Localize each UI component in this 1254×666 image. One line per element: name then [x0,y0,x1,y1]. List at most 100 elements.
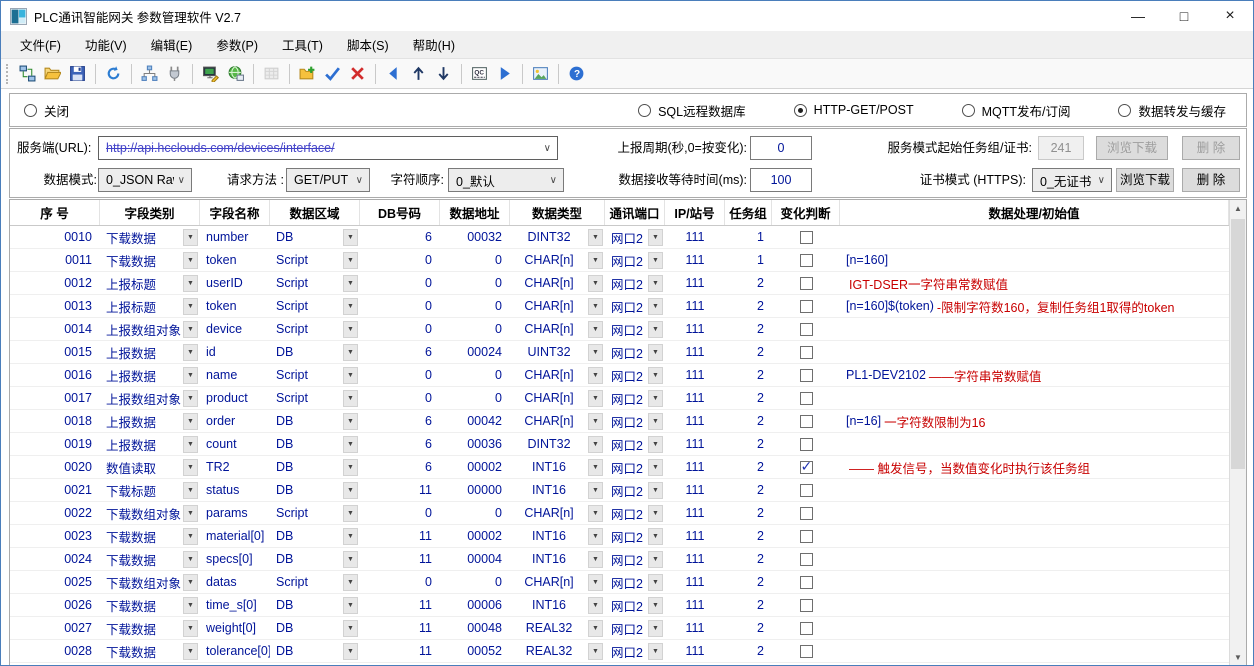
change-detect-checkbox[interactable] [800,553,813,566]
port-select-cell[interactable]: 网口2▼ [605,433,665,455]
arrow-up-icon[interactable] [406,61,431,86]
taskgroup-cell[interactable]: 2 [725,548,772,570]
area-select-cell[interactable]: Script▼ [270,318,360,340]
change-detect-checkbox[interactable] [800,645,813,658]
dropdown-arrow-icon[interactable]: ▼ [648,597,663,614]
dropdown-arrow-icon[interactable]: ▼ [183,459,198,476]
port-select-cell[interactable]: 网口2▼ [605,341,665,363]
dropdown-arrow-icon[interactable]: ▼ [343,298,358,315]
taskgroup-cell[interactable]: 2 [725,387,772,409]
type-select-cell[interactable]: CHAR[n]▼ [510,502,605,524]
data-mode-combobox[interactable]: 0_JSON Raw [98,168,192,192]
taskgroup-cell[interactable]: 2 [725,295,772,317]
dropdown-arrow-icon[interactable]: ▼ [648,574,663,591]
field-name-cell[interactable]: token [200,249,270,271]
taskgroup-cell[interactable]: 2 [725,571,772,593]
scroll-down-icon[interactable]: ▼ [1230,649,1246,666]
save-icon[interactable] [65,61,90,86]
address-cell[interactable]: 0 [440,571,510,593]
port-select-cell[interactable]: 网口2▼ [605,226,665,248]
dropdown-arrow-icon[interactable]: ▼ [648,643,663,660]
type-select-cell[interactable]: INT16▼ [510,479,605,501]
dropdown-arrow-icon[interactable]: ▼ [588,597,603,614]
url-combobox[interactable]: http://api.hcclouds.com/devices/interfac… [98,136,558,160]
category-select-cell[interactable]: 上报数据▼ [100,364,200,386]
station-cell[interactable]: 111 [665,341,725,363]
area-select-cell[interactable]: DB▼ [270,525,360,547]
scroll-up-icon[interactable]: ▲ [1230,200,1246,217]
taskgroup-cell[interactable]: 2 [725,479,772,501]
db-number-cell[interactable]: 11 [360,525,440,547]
area-select-cell[interactable]: Script▼ [270,387,360,409]
image-icon[interactable] [528,61,553,86]
change-detect-checkbox[interactable] [800,599,813,612]
address-cell[interactable]: 0 [440,249,510,271]
taskgroup-cell[interactable]: 2 [725,433,772,455]
category-select-cell[interactable]: 下载数据▼ [100,525,200,547]
change-detect-checkbox[interactable] [800,254,813,267]
init-value-cell[interactable]: IGT-DSER一字符串常数赋值 [840,272,1229,294]
category-select-cell[interactable]: 下载标题▼ [100,479,200,501]
db-number-cell[interactable]: 0 [360,272,440,294]
taskgroup-cell[interactable]: 2 [725,456,772,478]
port-select-cell[interactable]: 网口2▼ [605,364,665,386]
address-cell[interactable]: 00024 [440,341,510,363]
type-select-cell[interactable]: CHAR[n]▼ [510,249,605,271]
dropdown-arrow-icon[interactable]: ▼ [183,482,198,499]
change-detect-checkbox[interactable] [800,461,813,474]
change-detect-checkbox[interactable] [800,369,813,382]
init-value-cell[interactable] [840,387,1229,409]
field-name-cell[interactable]: number [200,226,270,248]
field-name-cell[interactable]: id [200,341,270,363]
type-select-cell[interactable]: UINT32▼ [510,341,605,363]
dropdown-arrow-icon[interactable]: ▼ [183,643,198,660]
dropdown-arrow-icon[interactable]: ▼ [588,390,603,407]
init-value-cell[interactable]: [n=16]一字符数限制为16 [840,410,1229,432]
port-select-cell[interactable]: 网口2▼ [605,272,665,294]
port-select-cell[interactable]: 网口2▼ [605,571,665,593]
db-number-cell[interactable]: 11 [360,617,440,639]
help-icon[interactable]: ? [564,61,589,86]
dropdown-arrow-icon[interactable]: ▼ [588,528,603,545]
dropdown-arrow-icon[interactable]: ▼ [588,321,603,338]
network-globe-icon[interactable] [223,61,248,86]
station-cell[interactable]: 111 [665,548,725,570]
init-value-cell[interactable] [840,479,1229,501]
minimize-button[interactable]: — [1115,1,1161,31]
taskgroup-cell[interactable]: 2 [725,272,772,294]
address-cell[interactable]: 0 [440,295,510,317]
dropdown-arrow-icon[interactable]: ▼ [343,505,358,522]
category-select-cell[interactable]: 下载数组对象▼ [100,571,200,593]
delete-button-1[interactable]: 删 除 [1182,136,1240,160]
type-select-cell[interactable]: CHAR[n]▼ [510,571,605,593]
area-select-cell[interactable]: DB▼ [270,617,360,639]
apply-check-icon[interactable] [320,61,345,86]
category-select-cell[interactable]: 下载数据▼ [100,640,200,662]
init-value-cell[interactable] [840,617,1229,639]
delete-button-2[interactable]: 删 除 [1182,168,1240,192]
station-cell[interactable]: 111 [665,410,725,432]
dropdown-arrow-icon[interactable]: ▼ [648,459,663,476]
type-select-cell[interactable]: CHAR[n]▼ [510,272,605,294]
type-select-cell[interactable]: INT16▼ [510,456,605,478]
browse-download-button-1[interactable]: 浏览下载 [1096,136,1168,160]
dropdown-arrow-icon[interactable]: ▼ [343,252,358,269]
data-table-icon[interactable] [259,61,284,86]
port-select-cell[interactable]: 网口2▼ [605,525,665,547]
menu-item[interactable]: 参数(P) [204,30,270,59]
address-cell[interactable]: 00000 [440,479,510,501]
db-number-cell[interactable]: 6 [360,456,440,478]
db-number-cell[interactable]: 11 [360,640,440,662]
port-select-cell[interactable]: 网口2▼ [605,594,665,616]
taskgroup-cell[interactable]: 2 [725,410,772,432]
change-detect-checkbox[interactable] [800,622,813,635]
char-order-combobox[interactable]: 0_默认 [448,168,564,192]
area-select-cell[interactable]: DB▼ [270,341,360,363]
category-select-cell[interactable]: 上报数据▼ [100,341,200,363]
dropdown-arrow-icon[interactable]: ▼ [343,528,358,545]
field-name-cell[interactable]: userID [200,272,270,294]
db-number-cell[interactable]: 0 [360,571,440,593]
station-cell[interactable]: 111 [665,640,725,662]
cancel-x-icon[interactable] [345,61,370,86]
close-button[interactable]: × [1207,1,1253,31]
